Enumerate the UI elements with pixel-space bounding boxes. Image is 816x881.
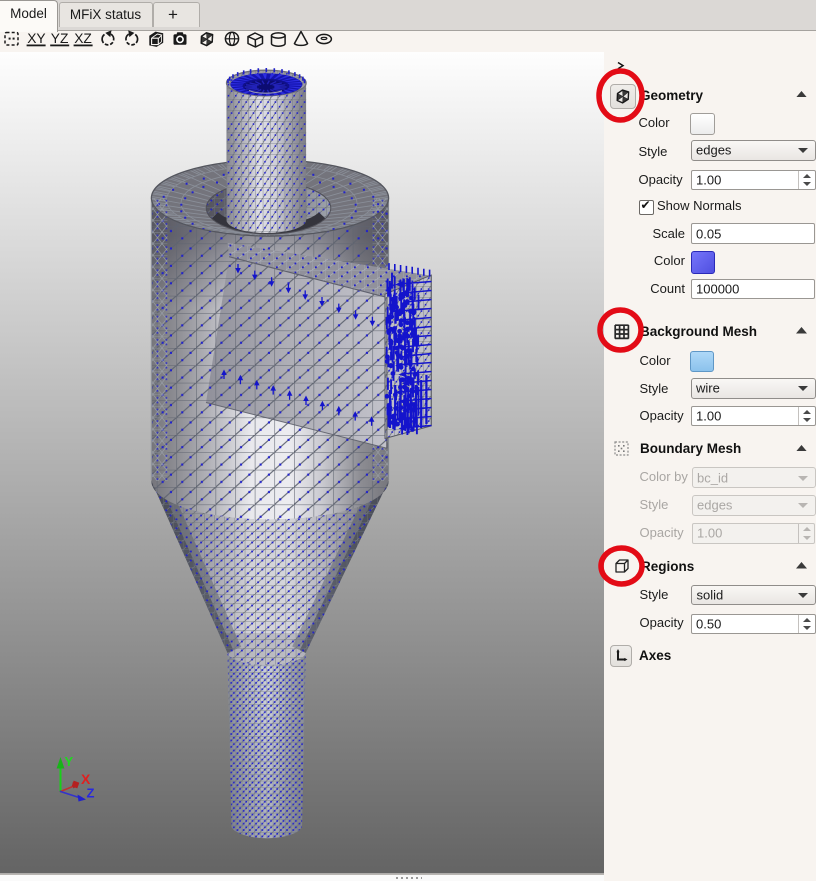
svg-text:Z: Z [87,786,95,801]
svg-text:Y: Y [65,754,74,769]
svg-text:YZ: YZ [51,31,69,46]
svg-text:XZ: XZ [74,31,92,46]
svg-text:XY: XY [27,31,45,46]
